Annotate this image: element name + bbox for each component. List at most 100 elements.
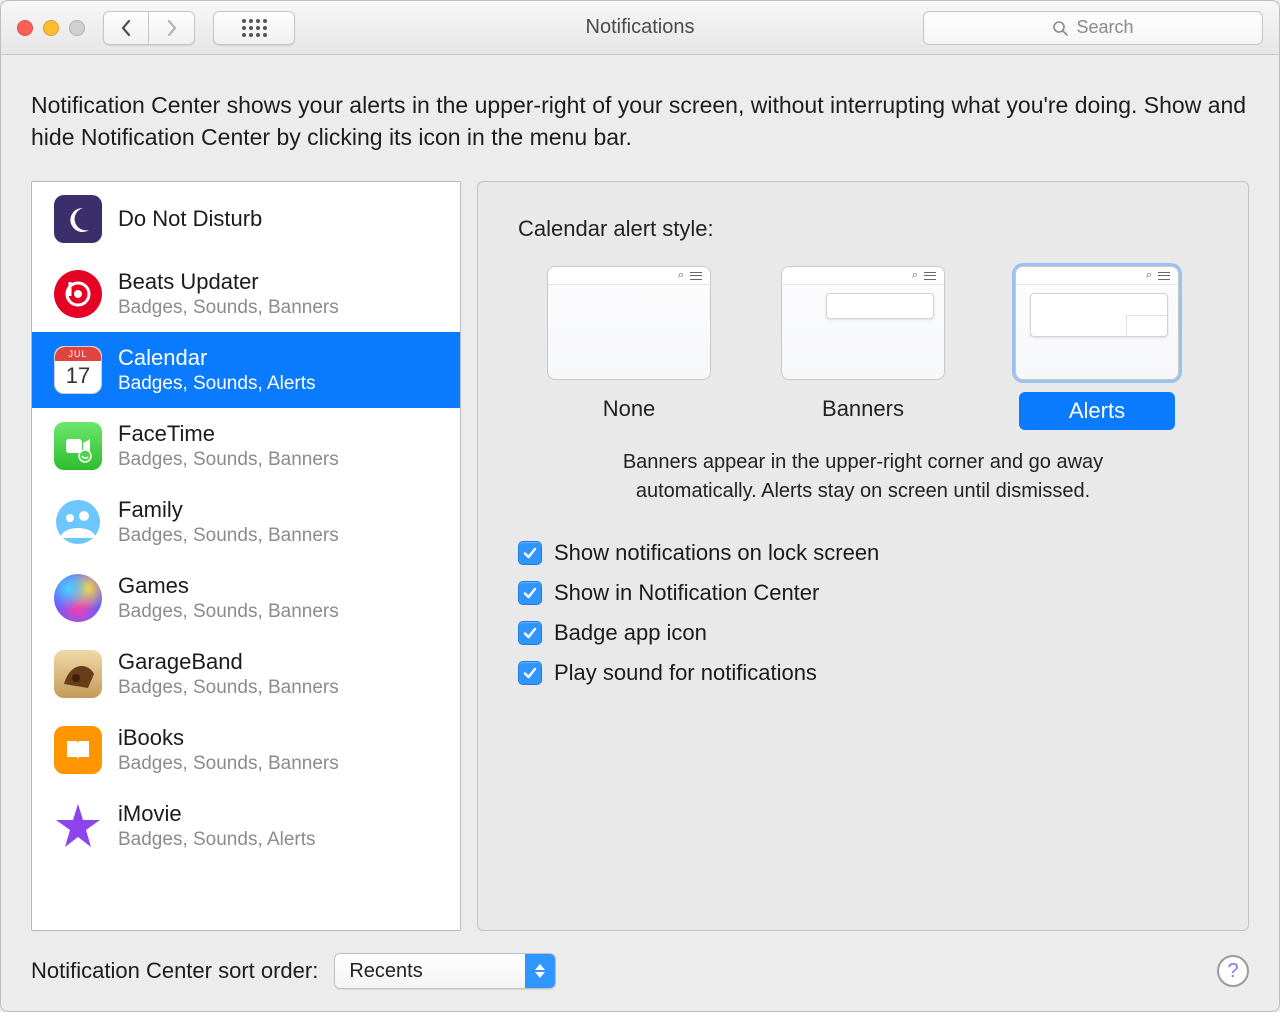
- garageband-icon: [54, 650, 102, 698]
- facetime-icon: [54, 422, 102, 470]
- checkbox[interactable]: [518, 621, 542, 645]
- minimize-window-button[interactable]: [43, 20, 59, 36]
- checkbox-label: Show notifications on lock screen: [554, 540, 879, 566]
- chevron-left-icon: [120, 19, 132, 37]
- forward-button[interactable]: [149, 11, 195, 45]
- app-subtitle: Badges, Sounds, Banners: [118, 753, 339, 775]
- checkbox-label: Play sound for notifications: [554, 660, 817, 686]
- alert-style-options: ⌕ None ⌕ Banners ⌕ Alerts: [518, 266, 1208, 430]
- alert-style-heading: Calendar alert style:: [518, 216, 1208, 242]
- detail-panel: Calendar alert style: ⌕ None ⌕ Banners ⌕ Aler…: [477, 181, 1249, 931]
- help-button[interactable]: ?: [1217, 955, 1249, 987]
- app-name: Beats Updater: [118, 269, 339, 295]
- alert-style-thumb: ⌕: [547, 266, 711, 380]
- game-center-icon: [54, 574, 102, 622]
- app-row-dnd[interactable]: Do Not Disturb: [32, 182, 460, 256]
- app-labels: FaceTimeBadges, Sounds, Banners: [118, 421, 339, 471]
- app-name: Do Not Disturb: [118, 206, 262, 232]
- question-mark-icon: ?: [1227, 960, 1238, 983]
- alert-style-hint: Banners appear in the upper-right corner…: [573, 448, 1153, 506]
- app-row-games[interactable]: GamesBadges, Sounds, Banners: [32, 560, 460, 636]
- alert-style-banner[interactable]: ⌕ Banners: [781, 266, 945, 430]
- checkmark-icon: [522, 545, 538, 561]
- app-subtitle: Badges, Sounds, Banners: [118, 297, 339, 319]
- app-list: Do Not DisturbBeats UpdaterBadges, Sound…: [32, 182, 460, 930]
- app-subtitle: Badges, Sounds, Banners: [118, 525, 339, 547]
- nav-history-group: [103, 11, 195, 45]
- search-input[interactable]: Search: [923, 11, 1263, 45]
- checkmark-icon: [522, 625, 538, 641]
- app-name: Family: [118, 497, 339, 523]
- ibooks-icon: [54, 726, 102, 774]
- sort-order-value: Recents: [335, 960, 525, 983]
- intro-text: Notification Center shows your alerts in…: [31, 89, 1249, 153]
- app-sidebar[interactable]: Do Not DisturbBeats UpdaterBadges, Sound…: [31, 181, 461, 931]
- app-row-cal[interactable]: JUL17 CalendarBadges, Sounds, Alerts: [32, 332, 460, 408]
- close-window-button[interactable]: [17, 20, 33, 36]
- window-title: Notifications: [586, 16, 695, 39]
- sort-order-select[interactable]: Recents: [334, 953, 556, 989]
- alert-style-none[interactable]: ⌕ None: [547, 266, 711, 430]
- search-placeholder: Search: [1076, 17, 1133, 38]
- back-button[interactable]: [103, 11, 149, 45]
- footer-row: Notification Center sort order: Recents …: [31, 931, 1249, 989]
- option-checkbox-row: Show notifications on lock screen: [518, 540, 1208, 566]
- app-labels: Do Not Disturb: [118, 206, 262, 232]
- option-checkbox-row: Show in Notification Center: [518, 580, 1208, 606]
- checkbox-label: Show in Notification Center: [554, 580, 819, 606]
- zoom-window-button: [69, 20, 85, 36]
- checkbox[interactable]: [518, 581, 542, 605]
- select-stepper-icon: [525, 953, 555, 989]
- option-checkbox-row: Play sound for notifications: [518, 660, 1208, 686]
- family-icon: [54, 498, 102, 546]
- window-controls: [17, 20, 85, 36]
- imovie-icon: [54, 802, 102, 850]
- content-area: Notification Center shows your alerts in…: [1, 55, 1279, 1011]
- options-checklist: Show notifications on lock screen Show in…: [518, 540, 1208, 686]
- app-name: Games: [118, 573, 339, 599]
- app-labels: GarageBandBadges, Sounds, Banners: [118, 649, 339, 699]
- app-name: iBooks: [118, 725, 339, 751]
- app-row-ibooks[interactable]: iBooksBadges, Sounds, Banners: [32, 712, 460, 788]
- alert-style-label: None: [583, 392, 676, 426]
- app-labels: GamesBadges, Sounds, Banners: [118, 573, 339, 623]
- app-name: GarageBand: [118, 649, 339, 675]
- checkmark-icon: [522, 665, 538, 681]
- calendar-icon: JUL17: [54, 346, 102, 394]
- app-name: iMovie: [118, 801, 316, 827]
- checkmark-icon: [522, 585, 538, 601]
- show-all-button[interactable]: [213, 11, 295, 45]
- checkbox[interactable]: [518, 661, 542, 685]
- checkbox[interactable]: [518, 541, 542, 565]
- app-row-gb[interactable]: GarageBandBadges, Sounds, Banners: [32, 636, 460, 712]
- app-row-fam[interactable]: FamilyBadges, Sounds, Banners: [32, 484, 460, 560]
- app-subtitle: Badges, Sounds, Banners: [118, 449, 339, 471]
- alert-style-label: Banners: [802, 392, 924, 426]
- app-subtitle: Badges, Sounds, Alerts: [118, 829, 316, 851]
- app-labels: FamilyBadges, Sounds, Banners: [118, 497, 339, 547]
- titlebar: Notifications Search: [1, 1, 1279, 55]
- panes: Do Not DisturbBeats UpdaterBadges, Sound…: [31, 181, 1249, 931]
- app-name: Calendar: [118, 345, 316, 371]
- app-labels: CalendarBadges, Sounds, Alerts: [118, 345, 316, 395]
- preferences-window: Notifications Search Notification Center…: [0, 0, 1280, 1012]
- alert-style-alert[interactable]: ⌕ Alerts: [1015, 266, 1179, 430]
- search-icon: [1052, 20, 1068, 36]
- app-row-imovie[interactable]: iMovieBadges, Sounds, Alerts: [32, 788, 460, 853]
- app-subtitle: Badges, Sounds, Banners: [118, 601, 339, 623]
- app-row-beats[interactable]: Beats UpdaterBadges, Sounds, Banners: [32, 256, 460, 332]
- app-labels: iBooksBadges, Sounds, Banners: [118, 725, 339, 775]
- moon-icon: [54, 195, 102, 243]
- grid-icon: [242, 19, 267, 37]
- chevron-right-icon: [166, 19, 178, 37]
- alert-style-thumb: ⌕: [781, 266, 945, 380]
- alert-style-label: Alerts: [1019, 392, 1175, 430]
- app-labels: Beats UpdaterBadges, Sounds, Banners: [118, 269, 339, 319]
- option-checkbox-row: Badge app icon: [518, 620, 1208, 646]
- app-labels: iMovieBadges, Sounds, Alerts: [118, 801, 316, 851]
- app-row-ft[interactable]: FaceTimeBadges, Sounds, Banners: [32, 408, 460, 484]
- beats-icon: [54, 270, 102, 318]
- app-subtitle: Badges, Sounds, Banners: [118, 677, 339, 699]
- checkbox-label: Badge app icon: [554, 620, 707, 646]
- alert-style-thumb: ⌕: [1015, 266, 1179, 380]
